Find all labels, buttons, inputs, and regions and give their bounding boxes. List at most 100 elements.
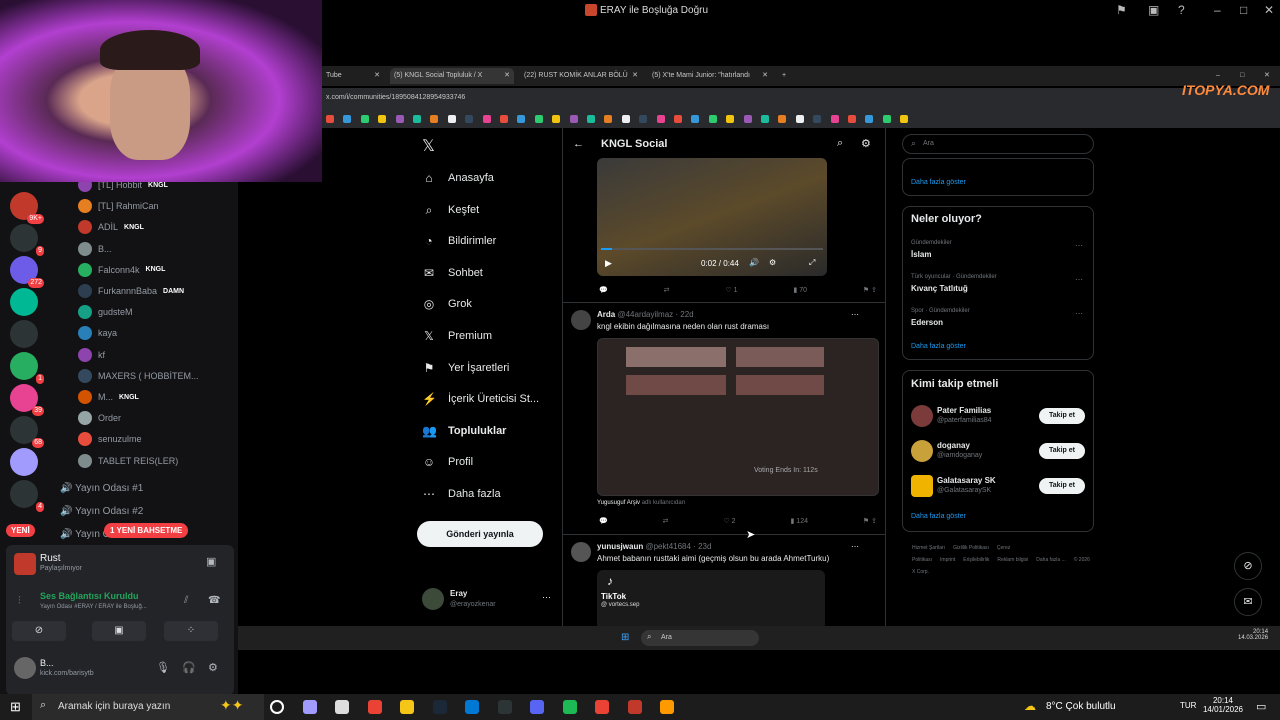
video-progress-track[interactable] (601, 248, 823, 250)
close-button[interactable]: ✕ (1264, 3, 1274, 17)
settings-gear-icon[interactable]: ⚙ (769, 258, 776, 267)
avatar[interactable] (571, 310, 591, 330)
search-input[interactable]: ⌕ Ara (641, 630, 759, 646)
tab-rust[interactable]: (22) RUST KOMİK ANLAR BÖLÜ ✕ (520, 68, 642, 84)
views-count[interactable]: ▮ 124 (791, 517, 808, 525)
reply-icon[interactable]: 💬 (599, 517, 608, 525)
server-icon[interactable]: 68 (10, 416, 44, 448)
nav-item[interactable]: ✉ Sohbet (422, 266, 483, 280)
voice-channel-3[interactable]: 🔊 Yayın O (60, 529, 110, 540)
grok-icon[interactable]: ⊘ (1234, 552, 1262, 580)
avatar[interactable] (78, 199, 92, 214)
task-view-icon[interactable] (270, 700, 284, 714)
nav-item[interactable]: ⌂ Anasayfa (422, 171, 494, 185)
bookmark-icon[interactable] (482, 115, 491, 123)
search-input[interactable]: ⌕ Aramak için buraya yazın ✦✦ (32, 694, 264, 720)
x-logo-icon[interactable]: 𝕏 (422, 136, 435, 156)
tab-kngl-social[interactable]: (5) KNGL Social Topluluk / X ✕ (390, 68, 514, 84)
avatar[interactable] (78, 453, 92, 468)
server-icon[interactable]: 9K+ (10, 192, 44, 224)
follow-button[interactable]: Takip et (1039, 443, 1085, 459)
mic-icon[interactable]: 🎙 (156, 661, 170, 674)
bookmark-icon[interactable] (360, 115, 369, 123)
search-input[interactable]: ⌕ Ara (902, 134, 1094, 154)
avatar[interactable] (78, 241, 92, 256)
fullscreen-icon[interactable]: ⤢ (809, 258, 815, 268)
bookmark-icon[interactable] (621, 115, 630, 123)
member-item[interactable]: FurkannnBaba DAMN (78, 282, 184, 300)
post-more-icon[interactable]: ⋯ (851, 542, 859, 551)
bookmark-icon[interactable] (656, 115, 665, 123)
search-icon[interactable]: ⌕ (837, 137, 843, 150)
bookmark-icon[interactable] (378, 115, 387, 123)
activities-button[interactable]: ⁘ (164, 621, 218, 641)
avatar[interactable] (14, 657, 36, 679)
post-author[interactable]: Arda @44ardayilmaz · 22d (597, 310, 694, 319)
nav-item[interactable]: ⋯ Daha fazla (422, 487, 501, 501)
minimize-button[interactable]: – (1214, 3, 1221, 17)
follow-button[interactable]: Takip et (1039, 408, 1085, 424)
bookmark-icon[interactable] (726, 115, 735, 123)
nav-item[interactable]: ⌕ Keşfet (422, 203, 480, 218)
member-item[interactable]: M... KNGL (78, 388, 139, 406)
bookmark-icon[interactable] (413, 115, 421, 123)
bookmark-icon[interactable] (848, 115, 856, 123)
footer-link[interactable]: Imprint (940, 557, 955, 563)
member-item[interactable]: B... (78, 240, 112, 258)
bookmark-icon[interactable] (674, 115, 682, 123)
nav-item[interactable]: ◔ Bildirimler (422, 234, 496, 248)
trend-more-icon[interactable]: ⋯ (1075, 275, 1083, 284)
trend-name[interactable]: Ederson (911, 318, 943, 327)
member-item[interactable]: TABLET REIS(LER) (78, 452, 178, 470)
windows-start-icon[interactable]: ⊞ (10, 699, 21, 715)
post-media[interactable]: ♪ TikTok @ vortecs.sep (597, 570, 825, 626)
app-icon[interactable] (302, 700, 317, 714)
avatar[interactable] (422, 588, 444, 610)
bookmark-icon[interactable] (395, 115, 404, 123)
avatar[interactable] (78, 368, 92, 383)
repost-icon[interactable]: ⇄ (664, 286, 670, 294)
show-more-link[interactable]: Daha fazla göster (911, 343, 966, 350)
nav-item[interactable]: ☺ Profil (422, 455, 473, 469)
disconnect-icon[interactable]: ☎ (208, 595, 220, 606)
bookmark-icon[interactable] (430, 115, 439, 123)
avatar[interactable] (571, 542, 591, 562)
flag-icon[interactable]: ⚑ (1116, 3, 1127, 17)
nav-item[interactable]: 𝕏 Premium (422, 329, 492, 343)
member-item[interactable]: Order (78, 409, 121, 427)
member-item[interactable]: MAXERS ( HOBBİTEM... (78, 367, 199, 385)
tab-close-icon[interactable]: ✕ (504, 68, 510, 84)
member-item[interactable]: senuzulme (78, 430, 142, 448)
app-icon[interactable] (497, 700, 512, 714)
footer-link[interactable]: Gizlilik Politikası (953, 545, 989, 551)
noise-suppression-icon[interactable]: ⫽ (184, 595, 188, 606)
weather-text[interactable]: 8°C Çok bulutlu (1046, 701, 1116, 712)
trend-more-icon[interactable]: ⋯ (1075, 241, 1083, 250)
language-indicator[interactable]: TUR (1180, 701, 1196, 710)
follow-name[interactable]: doganay (937, 441, 970, 450)
like-button[interactable]: ♡ 2 (723, 517, 735, 525)
bookmark-icon[interactable] (830, 115, 839, 123)
bookmark-icon[interactable] (795, 115, 804, 123)
follow-name[interactable]: Galatasaray SK (937, 476, 996, 485)
bookmark-icon[interactable]: ⚑ ⇪ (863, 517, 877, 525)
help-icon[interactable]: ? (1178, 3, 1185, 17)
bookmark-icon[interactable] (552, 115, 561, 123)
avatar[interactable] (78, 411, 92, 426)
windows-start-icon[interactable]: ⊞ (621, 632, 629, 643)
screen-share-icon[interactable]: ▣ (206, 555, 216, 568)
bookmark-icon[interactable] (447, 115, 456, 123)
member-item[interactable]: kaya (78, 324, 117, 342)
maximize-button[interactable]: □ (1240, 3, 1247, 17)
bookmark-icon[interactable] (500, 115, 508, 123)
tab-mami-junior[interactable]: (5) X'te Mami Junior: "hatırlandı ✕ (648, 68, 772, 84)
footer-link[interactable]: Erişilebilirlik (963, 557, 989, 563)
discord-icon[interactable] (530, 700, 544, 714)
cast-icon[interactable]: ▣ (1148, 3, 1159, 17)
tab-close-icon[interactable]: ✕ (374, 68, 380, 84)
chrome-icon[interactable] (367, 700, 382, 714)
views-count[interactable]: ▮ 70 (793, 286, 807, 294)
server-icon[interactable] (10, 320, 38, 348)
post-button[interactable]: Gönderi yayınla (417, 521, 543, 547)
show-more-link[interactable]: Daha fazla göster (911, 513, 966, 520)
